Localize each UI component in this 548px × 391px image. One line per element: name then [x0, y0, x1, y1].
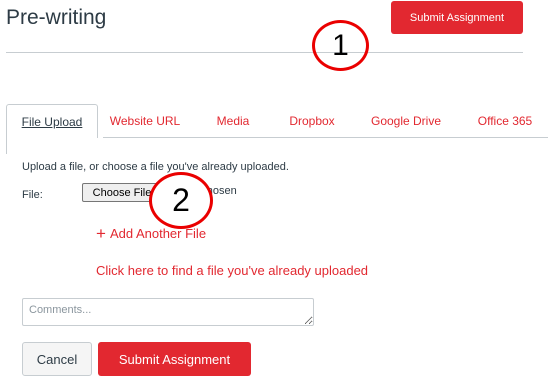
- tab-dropbox[interactable]: Dropbox: [277, 104, 347, 138]
- header-submit-assignment-button[interactable]: Submit Assignment: [391, 1, 523, 34]
- upload-help-text: Upload a file, or choose a file you've a…: [22, 161, 289, 173]
- tab-office-365[interactable]: Office 365: [466, 104, 544, 138]
- cancel-button[interactable]: Cancel: [22, 342, 92, 376]
- callout-number-2: 2: [149, 172, 213, 229]
- page-title: Pre-writing: [6, 6, 107, 29]
- tab-pane-border: [6, 138, 7, 154]
- tab-file-upload-label: File Upload: [21, 114, 83, 129]
- tab-google-drive[interactable]: Google Drive: [362, 104, 450, 138]
- plus-icon: +: [96, 224, 106, 243]
- comments-field[interactable]: [22, 298, 314, 326]
- callout-number-1: 1: [312, 20, 369, 71]
- tab-file-upload[interactable]: File Upload: [6, 104, 98, 138]
- tab-website-url[interactable]: Website URL: [103, 104, 187, 138]
- title-divider: [6, 52, 523, 53]
- find-uploaded-file-link[interactable]: Click here to find a file you've already…: [96, 263, 368, 278]
- file-label: File:: [22, 189, 43, 201]
- add-another-file-label: Add Another File: [109, 226, 207, 241]
- tab-media[interactable]: Media: [211, 104, 255, 138]
- submit-assignment-button[interactable]: Submit Assignment: [98, 342, 251, 376]
- submission-type-tabs: File Upload Website URL Media Dropbox Go…: [6, 104, 548, 138]
